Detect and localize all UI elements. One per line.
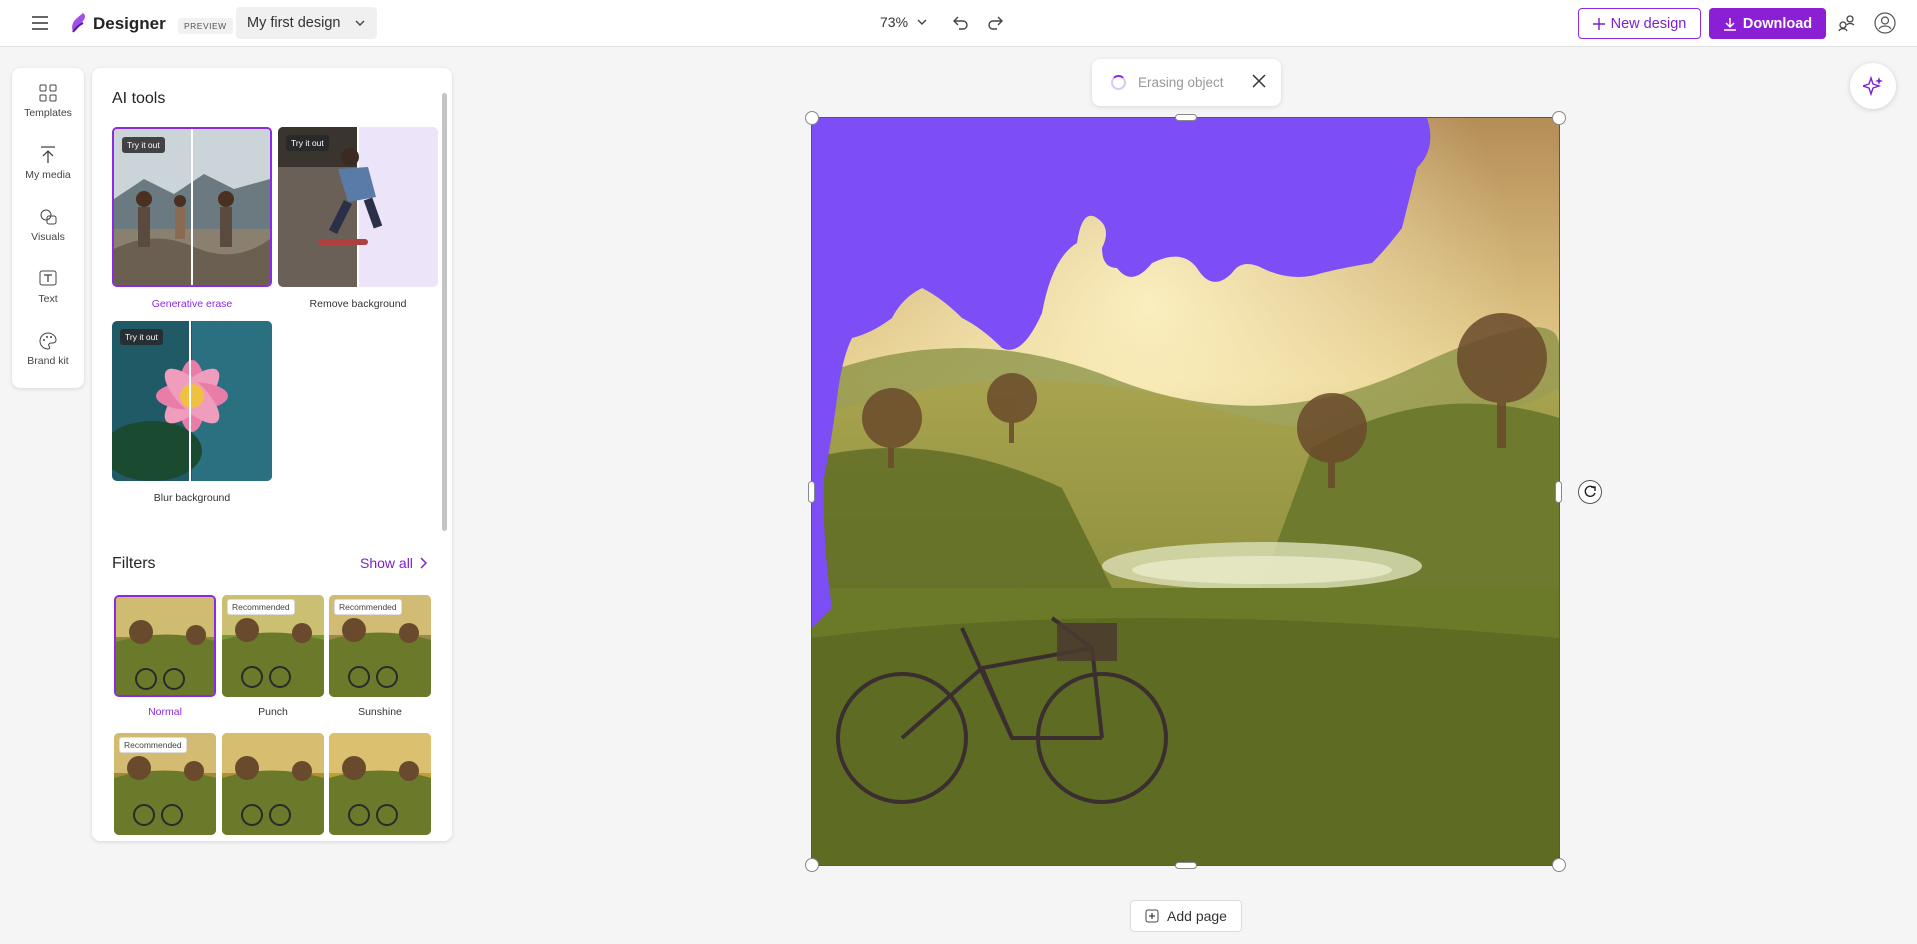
hamburger-icon[interactable]	[29, 13, 51, 33]
download-icon	[1723, 17, 1736, 31]
text-icon	[39, 270, 57, 286]
filter-item[interactable]: Normal	[114, 595, 216, 718]
undo-icon[interactable]	[950, 13, 970, 38]
redo-icon[interactable]	[986, 13, 1006, 38]
recommended-badge: Recommended	[334, 599, 402, 615]
tool-thumbnail: Try it out	[278, 127, 438, 287]
chevron-down-icon	[917, 19, 927, 25]
rail-label: Text	[38, 293, 58, 305]
palette-icon	[39, 332, 57, 350]
rail-item-brand-kit[interactable]: Brand kit	[12, 332, 84, 388]
filter-thumbnail	[114, 595, 216, 697]
resize-handle-bottom-right[interactable]	[1552, 858, 1566, 872]
resize-handle-left[interactable]	[808, 481, 815, 503]
panel-scrollbar[interactable]	[442, 93, 447, 531]
top-bar: Designer PREVIEW My first design 73% New…	[0, 0, 1917, 47]
try-it-badge: Try it out	[120, 329, 163, 345]
chevron-right-icon	[420, 557, 427, 569]
filter-label: Sunshine	[358, 706, 402, 718]
filter-item[interactable]	[329, 733, 431, 835]
tool-blur-background[interactable]: Try it out Blur background	[112, 321, 272, 504]
rail-label: My media	[25, 169, 71, 181]
resize-handle-top-left[interactable]	[805, 111, 819, 125]
tool-thumbnail: Try it out	[112, 127, 272, 287]
filters-title: Filters	[112, 555, 156, 572]
rail-item-templates[interactable]: Templates	[12, 84, 84, 140]
document-name: My first design	[247, 15, 341, 31]
new-design-button[interactable]: New design	[1578, 8, 1701, 39]
rail-label: Brand kit	[27, 355, 69, 367]
designer-logo-icon	[69, 12, 89, 34]
brand-name: Designer	[93, 14, 166, 33]
filter-item[interactable]	[222, 733, 324, 835]
close-icon[interactable]	[1251, 73, 1267, 89]
share-icon[interactable]	[1837, 13, 1857, 38]
filter-thumbnail: Recommended	[329, 595, 431, 697]
filter-preview-image	[329, 733, 431, 835]
tool-label: Blur background	[153, 492, 231, 504]
filter-thumbnail	[222, 733, 324, 835]
filter-thumbnail: Recommended	[222, 595, 324, 697]
recommended-badge: Recommended	[119, 737, 187, 753]
download-button[interactable]: Download	[1709, 8, 1826, 39]
ai-tools-title: AI tools	[112, 90, 166, 107]
show-all-label: Show all	[360, 555, 413, 571]
rail-item-visuals[interactable]: Visuals	[12, 208, 84, 264]
resize-handle-top-right[interactable]	[1552, 111, 1566, 125]
document-name-button[interactable]: My first design	[236, 7, 377, 39]
try-it-badge: Try it out	[286, 135, 329, 151]
filter-thumbnail	[329, 733, 431, 835]
ai-sparkle-button[interactable]	[1850, 63, 1896, 109]
spinner-icon	[1111, 75, 1126, 90]
filter-item[interactable]: Recommended Punch	[222, 595, 324, 718]
download-label: Download	[1742, 15, 1813, 32]
show-all-link[interactable]: Show all	[360, 555, 427, 571]
rotate-handle[interactable]	[1578, 480, 1602, 504]
tool-generative-erase[interactable]: Try it out Generative erase	[112, 127, 272, 310]
templates-icon	[39, 84, 57, 102]
rail-label: Visuals	[31, 231, 65, 243]
add-page-label: Add page	[1167, 908, 1227, 924]
rail-label: Templates	[24, 107, 72, 119]
zoom-level: 73%	[880, 14, 909, 30]
resize-handle-top[interactable]	[1175, 114, 1197, 121]
upload-icon	[41, 146, 55, 163]
rail-item-my-media[interactable]: My media	[12, 146, 84, 202]
resize-handle-bottom[interactable]	[1175, 862, 1197, 869]
filter-preview-image	[222, 733, 324, 835]
filter-thumbnail: Recommended	[114, 733, 216, 835]
filter-item[interactable]: Recommended	[114, 733, 216, 835]
filter-label: Normal	[148, 706, 182, 718]
landscape-image[interactable]	[812, 118, 1560, 865]
filter-preview-image	[116, 597, 214, 695]
add-page-icon	[1145, 909, 1159, 923]
user-account-icon[interactable]	[1874, 12, 1896, 39]
plus-icon	[1592, 17, 1605, 30]
erasing-status-text: Erasing object	[1138, 75, 1224, 90]
zoom-control[interactable]: 73%	[880, 14, 928, 30]
sparkle-icon	[1863, 76, 1883, 96]
left-rail: Templates My media Visuals Text Brand ki…	[12, 68, 84, 388]
filter-item[interactable]: Recommended Sunshine	[329, 595, 431, 718]
blur-background-preview-image	[112, 321, 272, 481]
erasing-status-toast: Erasing object	[1092, 59, 1281, 106]
new-design-label: New design	[1610, 15, 1687, 32]
preview-badge: PREVIEW	[178, 18, 233, 34]
resize-handle-right[interactable]	[1555, 481, 1562, 503]
recommended-badge: Recommended	[227, 599, 295, 615]
add-page-button[interactable]: Add page	[1130, 900, 1242, 932]
tool-label: Remove background	[309, 298, 407, 310]
resize-handle-bottom-left[interactable]	[805, 858, 819, 872]
remove-background-preview-image	[278, 127, 438, 287]
filter-label: Punch	[258, 706, 288, 718]
chevron-down-icon	[355, 20, 365, 26]
design-canvas[interactable]	[811, 117, 1560, 866]
rail-item-text[interactable]: Text	[12, 270, 84, 326]
visuals-icon	[40, 209, 57, 225]
try-it-badge: Try it out	[122, 137, 165, 153]
rotate-icon	[1584, 485, 1596, 498]
tool-remove-background[interactable]: Try it out Remove background	[278, 127, 438, 310]
tool-label: Generative erase	[151, 298, 233, 310]
tool-thumbnail: Try it out	[112, 321, 272, 481]
